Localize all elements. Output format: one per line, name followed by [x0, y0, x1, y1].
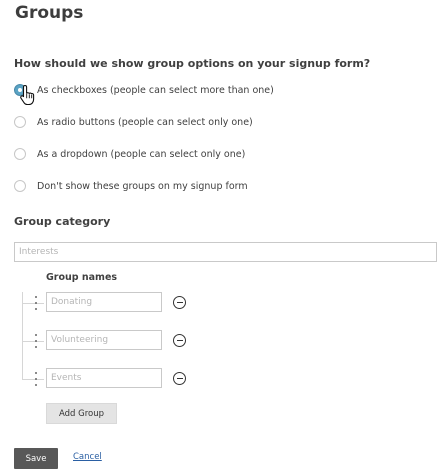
tree-connector — [22, 341, 44, 342]
group-name-input[interactable] — [46, 292, 162, 312]
option-label: As checkboxes (people can select more th… — [37, 84, 274, 96]
page-title: Groups — [15, 3, 84, 23]
group-names-label: Group names — [46, 272, 118, 283]
option-label: As radio buttons (people can select only… — [37, 116, 253, 128]
hand-cursor-icon — [20, 84, 35, 106]
add-group-button[interactable]: Add Group — [46, 403, 117, 424]
drag-handle-icon[interactable] — [34, 372, 38, 386]
radio-radio-buttons[interactable] — [14, 116, 26, 128]
radio-dropdown[interactable] — [14, 148, 26, 160]
option-radio-buttons[interactable]: As radio buttons (people can select only… — [14, 114, 253, 130]
remove-group-icon[interactable] — [173, 372, 186, 385]
drag-handle-icon[interactable] — [34, 296, 38, 310]
tree-connector — [22, 303, 44, 304]
option-dropdown[interactable]: As a dropdown (people can select only on… — [14, 146, 245, 162]
tree-connector — [22, 292, 23, 380]
remove-group-icon[interactable] — [173, 296, 186, 309]
option-checkboxes[interactable]: As checkboxes (people can select more th… — [14, 82, 274, 98]
drag-handle-icon[interactable] — [34, 334, 38, 348]
radio-hide-groups[interactable] — [14, 180, 26, 192]
save-button[interactable]: Save — [14, 448, 58, 469]
display-question: How should we show group options on your… — [14, 57, 371, 70]
group-name-input[interactable] — [46, 330, 162, 350]
cancel-link[interactable]: Cancel — [73, 452, 102, 462]
option-label: Don't show these groups on my signup for… — [37, 180, 248, 192]
remove-group-icon[interactable] — [173, 334, 186, 347]
option-hide-groups[interactable]: Don't show these groups on my signup for… — [14, 178, 248, 194]
group-category-label: Group category — [14, 215, 111, 228]
group-category-input[interactable] — [14, 242, 437, 262]
tree-connector — [22, 379, 44, 380]
option-label: As a dropdown (people can select only on… — [37, 148, 246, 160]
group-name-input[interactable] — [46, 368, 162, 388]
